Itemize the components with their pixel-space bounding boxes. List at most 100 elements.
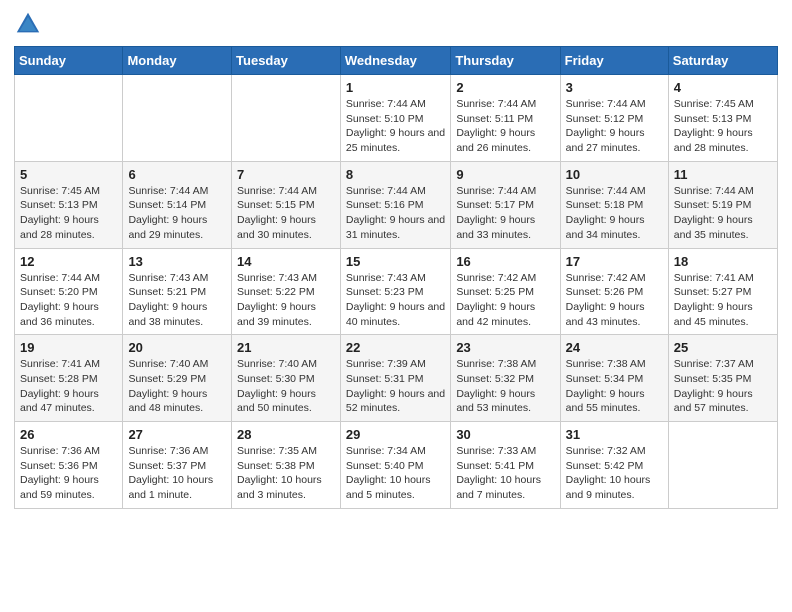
- calendar-cell: [668, 422, 777, 509]
- calendar-cell: 25Sunrise: 7:37 AM Sunset: 5:35 PM Dayli…: [668, 335, 777, 422]
- calendar-cell: 22 Sunrise: 7:39 AM Sunset: 5:31 PM Dayli…: [340, 335, 450, 422]
- weekday-header-row: SundayMondayTuesdayWednesdayThursdayFrid…: [15, 47, 778, 75]
- day-info: Sunrise: 7:44 AM Sunset: 5:16 PM Dayligh…: [346, 184, 445, 243]
- day-number: 2: [456, 80, 554, 95]
- day-number: 11: [674, 167, 772, 182]
- day-info: Sunrise: 7:35 AM Sunset: 5:38 PM Dayligh…: [237, 444, 335, 503]
- calendar-cell: 28 Sunrise: 7:35 AM Sunset: 5:38 PM Dayli…: [232, 422, 341, 509]
- calendar-cell: 12 Sunrise: 7:44 AM Sunset: 5:20 PM Dayli…: [15, 248, 123, 335]
- day-number: 24: [566, 340, 663, 355]
- day-number: 5: [20, 167, 117, 182]
- weekday-header-thursday: Thursday: [451, 47, 560, 75]
- day-number: 22: [346, 340, 445, 355]
- weekday-header-monday: Monday: [123, 47, 232, 75]
- weekday-header-sunday: Sunday: [15, 47, 123, 75]
- week-row-2: 5 Sunrise: 7:45 AM Sunset: 5:13 PM Daylig…: [15, 161, 778, 248]
- day-number: 18: [674, 254, 772, 269]
- day-number: 29: [346, 427, 445, 442]
- day-number: 4: [674, 80, 772, 95]
- calendar-cell: [123, 75, 232, 162]
- day-info: Sunrise: 7:44 AM Sunset: 5:20 PM Dayligh…: [20, 271, 117, 330]
- day-number: 1: [346, 80, 445, 95]
- week-row-4: 19Sunrise: 7:41 AM Sunset: 5:28 PM Dayli…: [15, 335, 778, 422]
- calendar-cell: 29 Sunrise: 7:34 AM Sunset: 5:40 PM Dayli…: [340, 422, 450, 509]
- calendar-cell: 2 Sunrise: 7:44 AM Sunset: 5:11 PM Daylig…: [451, 75, 560, 162]
- calendar-cell: 9Sunrise: 7:44 AM Sunset: 5:17 PM Daylig…: [451, 161, 560, 248]
- day-number: 16: [456, 254, 554, 269]
- day-number: 3: [566, 80, 663, 95]
- calendar-cell: 20 Sunrise: 7:40 AM Sunset: 5:29 PM Dayli…: [123, 335, 232, 422]
- day-info: Sunrise: 7:33 AM Sunset: 5:41 PM Dayligh…: [456, 444, 554, 503]
- day-info: Sunrise: 7:45 AM Sunset: 5:13 PM Dayligh…: [674, 97, 772, 156]
- day-info: Sunrise: 7:44 AM Sunset: 5:19 PM Dayligh…: [674, 184, 772, 243]
- day-info: Sunrise: 7:34 AM Sunset: 5:40 PM Dayligh…: [346, 444, 445, 503]
- calendar-cell: 17Sunrise: 7:42 AM Sunset: 5:26 PM Dayli…: [560, 248, 668, 335]
- calendar-cell: 14 Sunrise: 7:43 AM Sunset: 5:22 PM Dayli…: [232, 248, 341, 335]
- calendar-cell: 3 Sunrise: 7:44 AM Sunset: 5:12 PM Daylig…: [560, 75, 668, 162]
- day-number: 14: [237, 254, 335, 269]
- day-number: 8: [346, 167, 445, 182]
- calendar-cell: 8 Sunrise: 7:44 AM Sunset: 5:16 PM Daylig…: [340, 161, 450, 248]
- day-number: 13: [128, 254, 226, 269]
- calendar-cell: 27Sunrise: 7:36 AM Sunset: 5:37 PM Dayli…: [123, 422, 232, 509]
- day-info: Sunrise: 7:43 AM Sunset: 5:23 PM Dayligh…: [346, 271, 445, 330]
- day-info: Sunrise: 7:44 AM Sunset: 5:15 PM Dayligh…: [237, 184, 335, 243]
- day-number: 25: [674, 340, 772, 355]
- calendar-cell: 24 Sunrise: 7:38 AM Sunset: 5:34 PM Dayli…: [560, 335, 668, 422]
- day-number: 12: [20, 254, 117, 269]
- calendar-cell: 30 Sunrise: 7:33 AM Sunset: 5:41 PM Dayli…: [451, 422, 560, 509]
- weekday-header-tuesday: Tuesday: [232, 47, 341, 75]
- week-row-1: 1Sunrise: 7:44 AM Sunset: 5:10 PM Daylig…: [15, 75, 778, 162]
- logo-icon: [14, 10, 42, 38]
- calendar-cell: [232, 75, 341, 162]
- calendar-cell: 21Sunrise: 7:40 AM Sunset: 5:30 PM Dayli…: [232, 335, 341, 422]
- day-number: 20: [128, 340, 226, 355]
- day-info: Sunrise: 7:38 AM Sunset: 5:34 PM Dayligh…: [566, 357, 663, 416]
- calendar-cell: 13 Sunrise: 7:43 AM Sunset: 5:21 PM Dayli…: [123, 248, 232, 335]
- calendar-cell: 26Sunrise: 7:36 AM Sunset: 5:36 PM Dayli…: [15, 422, 123, 509]
- day-number: 7: [237, 167, 335, 182]
- day-info: Sunrise: 7:44 AM Sunset: 5:18 PM Dayligh…: [566, 184, 663, 243]
- header: [14, 10, 778, 38]
- weekday-header-wednesday: Wednesday: [340, 47, 450, 75]
- day-number: 28: [237, 427, 335, 442]
- week-row-3: 12 Sunrise: 7:44 AM Sunset: 5:20 PM Dayli…: [15, 248, 778, 335]
- day-info: Sunrise: 7:40 AM Sunset: 5:29 PM Dayligh…: [128, 357, 226, 416]
- calendar-cell: 16 Sunrise: 7:42 AM Sunset: 5:25 PM Dayli…: [451, 248, 560, 335]
- day-number: 21: [237, 340, 335, 355]
- weekday-header-saturday: Saturday: [668, 47, 777, 75]
- day-number: 10: [566, 167, 663, 182]
- day-info: Sunrise: 7:36 AM Sunset: 5:37 PM Dayligh…: [128, 444, 226, 503]
- day-info: Sunrise: 7:42 AM Sunset: 5:25 PM Dayligh…: [456, 271, 554, 330]
- day-info: Sunrise: 7:45 AM Sunset: 5:13 PM Dayligh…: [20, 184, 117, 243]
- day-info: Sunrise: 7:44 AM Sunset: 5:11 PM Dayligh…: [456, 97, 554, 156]
- day-number: 23: [456, 340, 554, 355]
- day-info: Sunrise: 7:32 AM Sunset: 5:42 PM Dayligh…: [566, 444, 663, 503]
- day-number: 19: [20, 340, 117, 355]
- calendar-table: SundayMondayTuesdayWednesdayThursdayFrid…: [14, 46, 778, 509]
- day-info: Sunrise: 7:38 AM Sunset: 5:32 PM Dayligh…: [456, 357, 554, 416]
- day-number: 17: [566, 254, 663, 269]
- calendar-cell: 18Sunrise: 7:41 AM Sunset: 5:27 PM Dayli…: [668, 248, 777, 335]
- calendar-cell: 11 Sunrise: 7:44 AM Sunset: 5:19 PM Dayli…: [668, 161, 777, 248]
- day-number: 26: [20, 427, 117, 442]
- day-info: Sunrise: 7:43 AM Sunset: 5:22 PM Dayligh…: [237, 271, 335, 330]
- logo: [14, 10, 46, 38]
- day-info: Sunrise: 7:39 AM Sunset: 5:31 PM Dayligh…: [346, 357, 445, 416]
- day-info: Sunrise: 7:43 AM Sunset: 5:21 PM Dayligh…: [128, 271, 226, 330]
- weekday-header-friday: Friday: [560, 47, 668, 75]
- day-number: 9: [456, 167, 554, 182]
- day-number: 30: [456, 427, 554, 442]
- day-info: Sunrise: 7:44 AM Sunset: 5:12 PM Dayligh…: [566, 97, 663, 156]
- calendar-cell: 5 Sunrise: 7:45 AM Sunset: 5:13 PM Daylig…: [15, 161, 123, 248]
- calendar-cell: 4 Sunrise: 7:45 AM Sunset: 5:13 PM Daylig…: [668, 75, 777, 162]
- calendar-cell: 31Sunrise: 7:32 AM Sunset: 5:42 PM Dayli…: [560, 422, 668, 509]
- calendar-cell: 23 Sunrise: 7:38 AM Sunset: 5:32 PM Dayli…: [451, 335, 560, 422]
- calendar-cell: 19Sunrise: 7:41 AM Sunset: 5:28 PM Dayli…: [15, 335, 123, 422]
- calendar-cell: 6Sunrise: 7:44 AM Sunset: 5:14 PM Daylig…: [123, 161, 232, 248]
- day-info: Sunrise: 7:44 AM Sunset: 5:14 PM Dayligh…: [128, 184, 226, 243]
- calendar-cell: 15Sunrise: 7:43 AM Sunset: 5:23 PM Dayli…: [340, 248, 450, 335]
- calendar-cell: [15, 75, 123, 162]
- week-row-5: 26Sunrise: 7:36 AM Sunset: 5:36 PM Dayli…: [15, 422, 778, 509]
- calendar-cell: 7 Sunrise: 7:44 AM Sunset: 5:15 PM Daylig…: [232, 161, 341, 248]
